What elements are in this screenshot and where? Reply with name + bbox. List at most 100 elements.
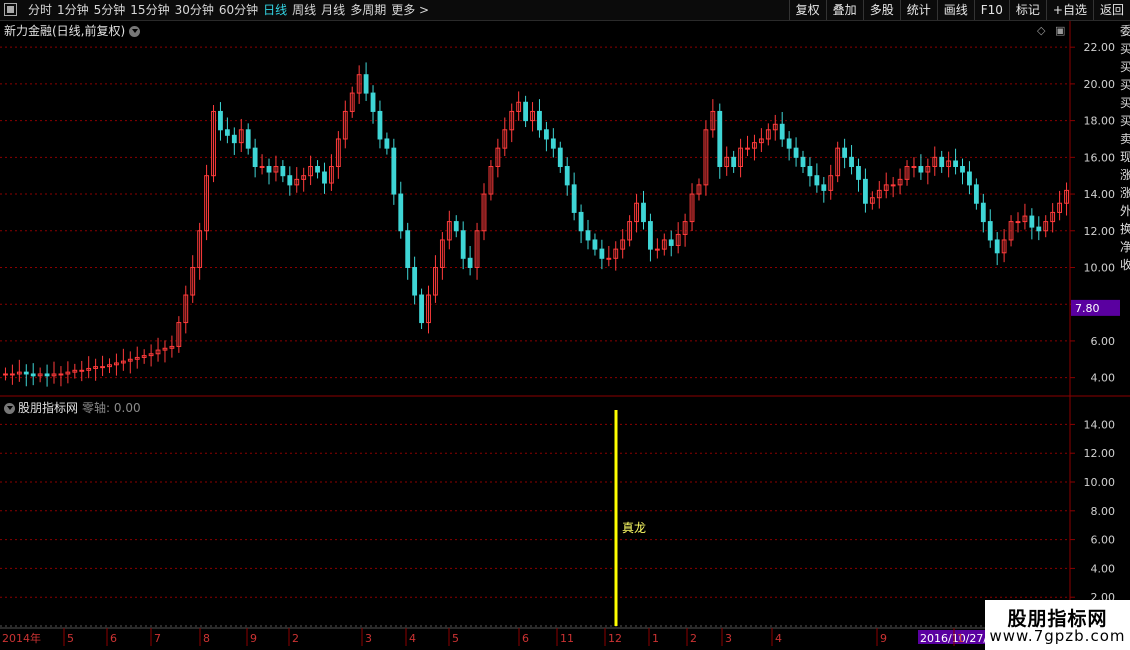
price-tick-label: 16.00 bbox=[1084, 151, 1116, 164]
candle-body bbox=[363, 74, 369, 94]
time-axis-label: 9 bbox=[250, 632, 257, 645]
candle-body bbox=[821, 184, 827, 191]
side-strip-char: 买 bbox=[1120, 114, 1130, 128]
time-axis-label: 2 bbox=[690, 632, 697, 645]
price-tick-label: 4.00 bbox=[1091, 372, 1116, 385]
side-strip-char: 买 bbox=[1120, 60, 1130, 74]
quote-side-strip: 委买买买买买卖现涨涨外换净收 bbox=[1120, 22, 1130, 627]
time-axis-label: 3 bbox=[365, 632, 372, 645]
candle-body bbox=[994, 239, 1000, 254]
chevron-down-icon[interactable] bbox=[4, 403, 15, 414]
candle-body bbox=[967, 171, 972, 186]
candle-body bbox=[641, 202, 646, 223]
time-axis-label: 2014年 bbox=[2, 631, 41, 645]
candle-body bbox=[460, 230, 466, 259]
time-axis-label: 3 bbox=[725, 632, 732, 645]
candle-body bbox=[537, 110, 542, 131]
stock-chart[interactable]: 4.006.008.0010.0012.0014.0016.0018.0020.… bbox=[0, 0, 1130, 650]
stock-title: 新力金融(日线,前复权) bbox=[4, 24, 126, 38]
candle-body bbox=[606, 257, 612, 260]
candle-body bbox=[453, 221, 459, 232]
candle-body bbox=[786, 138, 792, 149]
panel-corner-icons: ◇ ▣ bbox=[1037, 24, 1065, 37]
candle-body bbox=[1029, 215, 1035, 228]
candle-body bbox=[384, 138, 390, 149]
candle-body bbox=[266, 166, 272, 173]
candle-body bbox=[280, 166, 286, 177]
candle-body bbox=[973, 184, 979, 204]
candle-body bbox=[654, 248, 660, 251]
candle-body bbox=[592, 239, 598, 250]
candle-body bbox=[259, 166, 265, 169]
candle-body bbox=[918, 166, 924, 173]
candle-body bbox=[939, 156, 945, 168]
watermark-url: www.7gpzb.com bbox=[989, 627, 1126, 645]
time-axis-label: 4 bbox=[775, 632, 782, 645]
side-strip-char: 净 bbox=[1120, 240, 1130, 254]
candle-body bbox=[800, 156, 806, 168]
time-axis-label: 6 bbox=[522, 632, 529, 645]
side-strip-char: 涨 bbox=[1120, 186, 1130, 200]
candle-body bbox=[648, 221, 653, 250]
candle-body bbox=[849, 156, 854, 168]
time-axis-label: 11 bbox=[560, 632, 574, 645]
price-tick-label: 10.00 bbox=[1084, 261, 1116, 274]
candle-body bbox=[1036, 226, 1042, 232]
candle-body bbox=[100, 366, 105, 369]
candle-body bbox=[377, 110, 383, 140]
sub-panel-title: 股朋指标网 零轴: 0.00 bbox=[4, 399, 141, 416]
side-strip-char: 买 bbox=[1120, 42, 1130, 56]
layout-icon[interactable]: ▣ bbox=[1055, 24, 1065, 37]
candle-body bbox=[953, 160, 958, 168]
time-axis-label: 1 bbox=[652, 632, 659, 645]
candle-body bbox=[890, 184, 896, 187]
candle-body bbox=[543, 129, 549, 140]
candle-body bbox=[779, 123, 785, 140]
price-tick-label: 20.00 bbox=[1084, 78, 1116, 91]
candle-body bbox=[3, 373, 8, 376]
candle-body bbox=[564, 166, 570, 186]
candle-body bbox=[44, 373, 50, 377]
candle-body bbox=[842, 147, 848, 158]
zero-axis-label: 零轴: 0.00 bbox=[82, 401, 141, 415]
sub-tick-label: 10.00 bbox=[1084, 476, 1116, 489]
time-axis-label: 2 bbox=[292, 632, 299, 645]
side-strip-char: 外 bbox=[1120, 204, 1130, 218]
time-axis-label: 5 bbox=[452, 632, 459, 645]
candle-body bbox=[9, 373, 15, 376]
time-axis-label: 9 bbox=[880, 632, 887, 645]
candle-body bbox=[731, 156, 737, 168]
signal-bar bbox=[614, 410, 618, 626]
candle-body bbox=[980, 202, 986, 223]
candle-body bbox=[1015, 221, 1021, 224]
candle-body bbox=[30, 373, 36, 377]
candle-body bbox=[23, 371, 29, 375]
candle-body bbox=[405, 230, 411, 268]
candle-body bbox=[467, 257, 473, 268]
time-axis-label: 5 bbox=[67, 632, 74, 645]
candle-body bbox=[960, 166, 965, 173]
candle-body bbox=[863, 178, 868, 204]
sub-tick-label: 14.00 bbox=[1084, 418, 1116, 431]
price-tick-label: 14.00 bbox=[1084, 188, 1116, 201]
candle-body bbox=[315, 166, 320, 173]
chevron-down-icon[interactable] bbox=[129, 26, 141, 37]
candle-body bbox=[745, 147, 750, 150]
side-strip-char: 现 bbox=[1120, 150, 1130, 164]
side-strip-char: 买 bbox=[1120, 78, 1130, 92]
signal-label: 真龙 bbox=[622, 521, 646, 535]
candle-body bbox=[231, 134, 237, 144]
candle-body bbox=[987, 221, 993, 241]
side-strip-char: 委 bbox=[1120, 24, 1130, 38]
candle-body bbox=[668, 239, 674, 246]
main-panel-title: 新力金融(日线,前复权) bbox=[4, 22, 141, 39]
sub-tick-label: 6.00 bbox=[1091, 534, 1116, 547]
candle-body bbox=[807, 166, 813, 177]
time-axis-label: 7 bbox=[154, 632, 161, 645]
candle-body bbox=[419, 294, 424, 324]
candle-body bbox=[793, 147, 799, 158]
candle-body bbox=[578, 211, 584, 232]
side-strip-char: 换 bbox=[1120, 222, 1130, 236]
time-axis-label: 4 bbox=[409, 632, 416, 645]
diamond-icon[interactable]: ◇ bbox=[1037, 24, 1045, 37]
